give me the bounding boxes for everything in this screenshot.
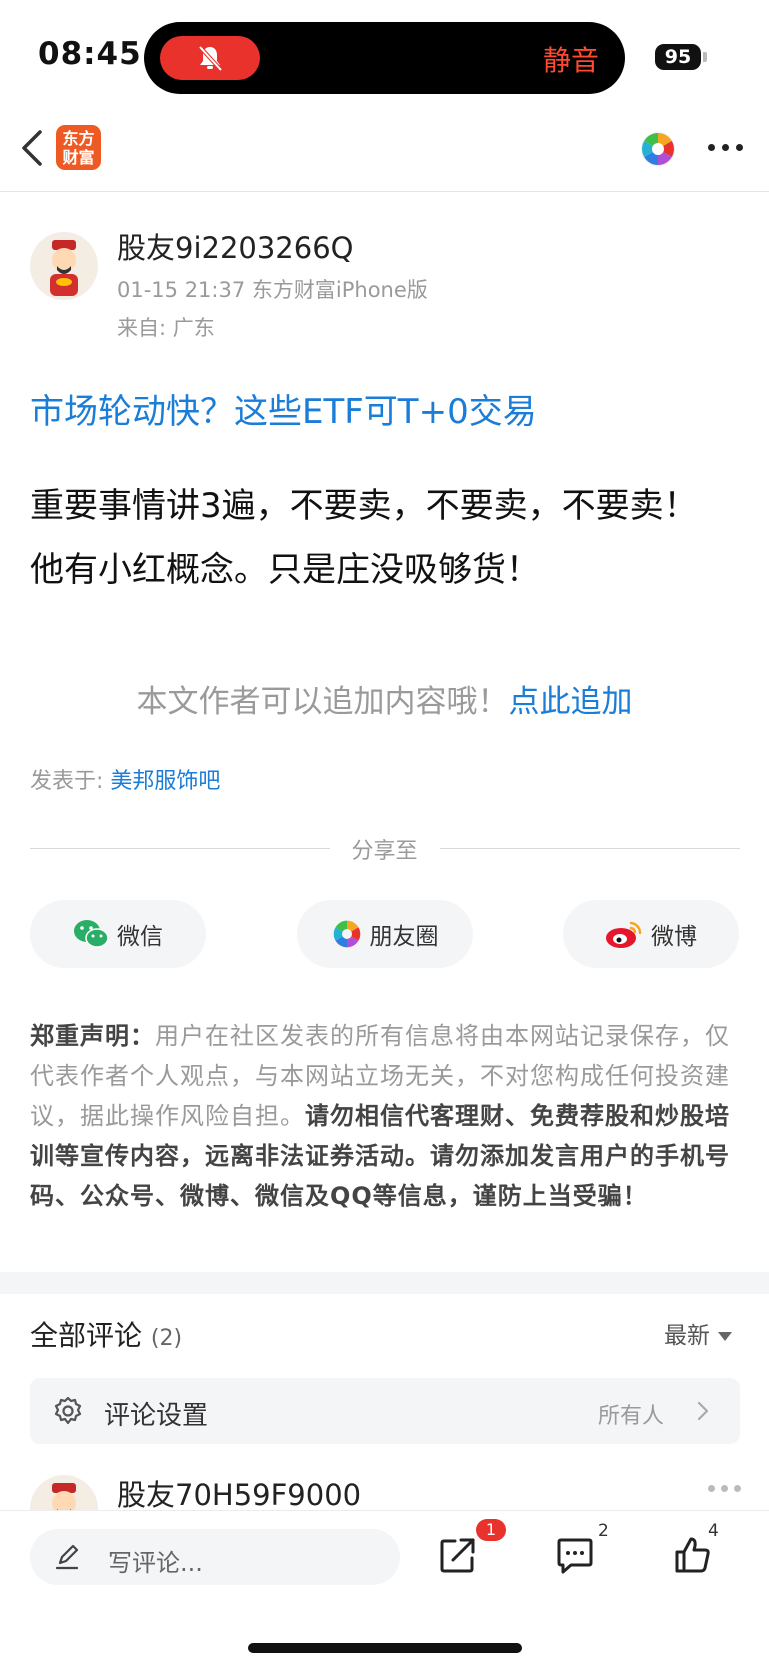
share-wechat-button[interactable]: 微信 bbox=[30, 900, 206, 968]
comment-icon[interactable] bbox=[555, 1535, 595, 1575]
forum-prefix: 发表于: bbox=[30, 769, 111, 794]
append-content-row: 本文作者可以追加内容哦！点此追加 bbox=[0, 676, 769, 721]
append-hint: 本文作者可以追加内容哦！ bbox=[136, 684, 509, 720]
mute-label: 静音 bbox=[542, 44, 599, 77]
post-meta: 01-15 21:37 东方财富iPhone版 bbox=[117, 278, 428, 302]
dot-icon bbox=[708, 144, 715, 151]
dot-icon bbox=[722, 144, 729, 151]
pinwheel-icon bbox=[333, 920, 360, 948]
back-button[interactable] bbox=[16, 124, 56, 172]
share-badge: 1 bbox=[476, 1519, 506, 1541]
share-icon[interactable] bbox=[438, 1535, 478, 1575]
status-time: 08:45 bbox=[38, 36, 142, 72]
sort-dropdown[interactable]: 最新 bbox=[664, 1316, 732, 1350]
mute-indicator bbox=[160, 36, 260, 80]
caret-down-icon bbox=[718, 1332, 732, 1341]
dot-icon bbox=[708, 1485, 715, 1492]
pencil-icon bbox=[55, 1544, 79, 1570]
share-weibo-button[interactable]: 微博 bbox=[563, 900, 739, 968]
home-indicator[interactable] bbox=[248, 1643, 522, 1653]
forum-row: 发表于: 美邦服饰吧 bbox=[30, 763, 220, 795]
section-separator bbox=[0, 1272, 769, 1294]
comment-count: 2 bbox=[598, 1521, 609, 1541]
comments-count: (2) bbox=[150, 1326, 183, 1351]
chevron-left-icon bbox=[22, 130, 42, 166]
dot-icon bbox=[736, 144, 743, 151]
weibo-icon bbox=[606, 921, 642, 948]
sort-label: 最新 bbox=[664, 1323, 710, 1349]
comment-settings-row[interactable]: 评论设置 所有人 bbox=[30, 1378, 740, 1444]
app-logo: 东方 财富 bbox=[56, 125, 101, 170]
header-divider bbox=[0, 191, 769, 192]
dot-icon bbox=[721, 1485, 728, 1492]
dot-icon bbox=[734, 1485, 741, 1492]
chevron-right-icon bbox=[697, 1401, 709, 1421]
disclaimer-title: 郑重声明： bbox=[30, 1022, 155, 1050]
post-body-line: 重要事情讲3遍，不要卖，不要卖，不要卖！ bbox=[30, 486, 698, 526]
thumbs-up-icon[interactable] bbox=[672, 1535, 712, 1575]
author-avatar[interactable] bbox=[30, 232, 98, 300]
comment-input-placeholder: 写评论... bbox=[108, 1549, 203, 1577]
dynamic-island: 静音 bbox=[144, 22, 625, 94]
share-moments-label: 朋友圈 bbox=[369, 924, 439, 950]
disclaimer: 郑重声明：用户在社区发表的所有信息将由本网站记录保存，仅代表作者个人观点，与本网… bbox=[30, 1016, 740, 1216]
like-count: 4 bbox=[708, 1521, 719, 1541]
logo-text-top: 东方 bbox=[62, 129, 95, 148]
comments-title: 全部评论 (2) bbox=[30, 1314, 182, 1354]
caishen-avatar-icon bbox=[50, 240, 78, 296]
gear-icon bbox=[54, 1396, 82, 1425]
comments-title-label: 全部评论 bbox=[30, 1319, 143, 1352]
logo-text-bottom: 财富 bbox=[62, 148, 95, 167]
bottom-action-bar: 写评论... 1 2 4 bbox=[0, 1510, 769, 1666]
comment-more-button[interactable] bbox=[708, 1484, 742, 1494]
forum-link[interactable]: 美邦服饰吧 bbox=[110, 769, 220, 794]
battery-tip bbox=[703, 52, 707, 62]
pinwheel-icon bbox=[641, 132, 675, 166]
battery-indicator: 95 bbox=[655, 44, 701, 70]
author-name[interactable]: 股友9i2203266Q bbox=[117, 225, 354, 267]
append-link[interactable]: 点此追加 bbox=[509, 684, 633, 720]
more-options-button[interactable] bbox=[708, 137, 748, 157]
commenter-name[interactable]: 股友70H59F9000 bbox=[117, 1472, 361, 1514]
share-weibo-label: 微博 bbox=[651, 924, 697, 950]
share-moments-button[interactable]: 朋友圈 bbox=[297, 900, 473, 968]
post-body-line: 他有小红概念。只是庄没吸够货！ bbox=[30, 550, 540, 590]
share-label: 分享至 bbox=[351, 839, 418, 864]
comment-settings-label: 评论设置 bbox=[104, 1401, 209, 1431]
bell-slash-icon bbox=[198, 45, 223, 72]
share-wechat-label: 微信 bbox=[117, 924, 163, 950]
wechat-icon bbox=[74, 920, 109, 948]
moments-share-button[interactable] bbox=[640, 131, 676, 171]
comment-settings-value: 所有人 bbox=[597, 1404, 664, 1429]
post-location: 来自: 广东 bbox=[117, 316, 215, 340]
comment-input[interactable]: 写评论... bbox=[30, 1529, 400, 1585]
promo-link-title[interactable]: 市场轮动快？这些ETF可T+0交易 bbox=[30, 384, 537, 433]
